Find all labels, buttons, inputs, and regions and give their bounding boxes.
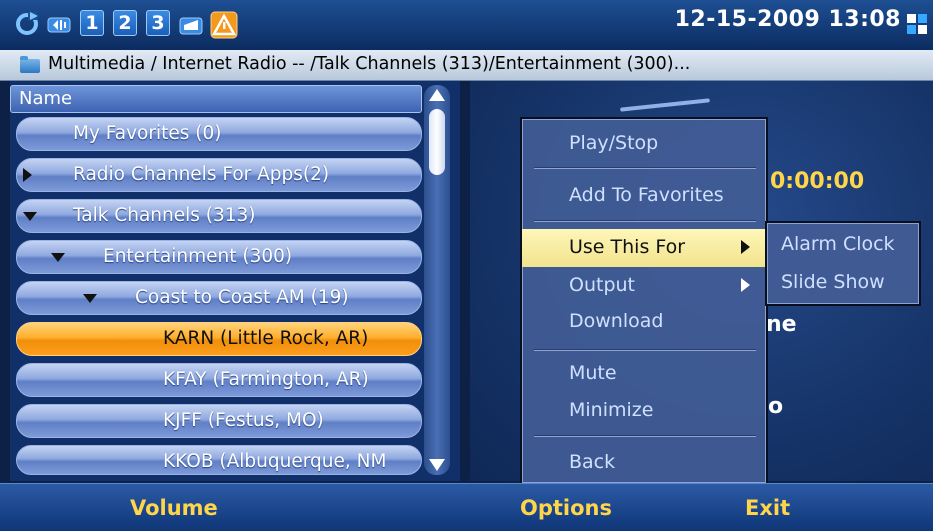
menu-item-mute[interactable]: Mute xyxy=(522,355,766,393)
menu-item-back[interactable]: Back xyxy=(522,444,766,482)
submenu-item-alarm-clock[interactable]: Alarm Clock xyxy=(781,233,895,255)
headset-icon xyxy=(179,17,203,35)
menu-item-label: Add To Favorites xyxy=(569,184,724,206)
channel-list: Name My Favorites (0) Radio Channels For… xyxy=(10,81,460,481)
list-item[interactable]: KJFF (Festus, MO) xyxy=(16,404,422,438)
line-1-indicator: 1 xyxy=(80,10,104,36)
menu-item-label: Minimize xyxy=(569,399,654,421)
refresh-icon xyxy=(16,12,38,35)
scroll-down-icon[interactable] xyxy=(429,459,445,471)
menu-divider xyxy=(534,167,756,169)
list-item-label: Entertainment (300) xyxy=(103,246,293,267)
volume-icon xyxy=(47,17,71,33)
list-item-label: Talk Channels (313) xyxy=(73,205,256,226)
menu-item-label: Use This For xyxy=(569,236,686,258)
scroll-up-icon[interactable] xyxy=(429,89,445,101)
list-item[interactable]: Talk Channels (313) xyxy=(16,199,422,233)
menu-item-label: Play/Stop xyxy=(569,132,659,154)
menu-item-label: Output xyxy=(569,274,635,296)
list-item-label: Radio Channels For Apps(2) xyxy=(73,164,330,185)
list-scrollbar[interactable] xyxy=(424,85,450,475)
list-header-name[interactable]: Name xyxy=(10,85,422,113)
scroll-thumb[interactable] xyxy=(429,109,445,175)
status-datetime: 12-15-2009 13:08 xyxy=(674,7,901,32)
breadcrumb: Multimedia / Internet Radio -- /Talk Cha… xyxy=(0,50,933,81)
menu-item-minimize[interactable]: Minimize xyxy=(522,392,766,430)
list-item-label: KKOB (Albuquerque, NM xyxy=(163,451,387,472)
options-menu: Play/Stop Add To Favorites Use This For … xyxy=(520,117,768,485)
list-item-label: Coast to Coast AM (19) xyxy=(135,287,349,308)
menu-item-add-to-favorites[interactable]: Add To Favorites xyxy=(522,177,766,215)
player-elapsed-time: 0:00:00 xyxy=(770,169,865,194)
menu-item-label: Mute xyxy=(569,362,617,384)
warning-icon xyxy=(210,11,238,39)
grid-icon xyxy=(907,14,927,34)
list-item[interactable]: KKOB (Albuquerque, NM xyxy=(16,445,422,475)
breadcrumb-text: Multimedia / Internet Radio -- /Talk Cha… xyxy=(48,54,691,74)
collapse-arrow-icon[interactable] xyxy=(83,294,97,303)
menu-item-output[interactable]: Output xyxy=(522,267,766,305)
list-item[interactable]: Entertainment (300) xyxy=(16,240,422,274)
menu-divider xyxy=(534,435,756,437)
submenu-item-slide-show[interactable]: Slide Show xyxy=(781,271,885,293)
line-3-indicator: 3 xyxy=(146,10,170,36)
menu-divider xyxy=(534,220,756,222)
menu-item-label: Download xyxy=(569,310,664,332)
menu-item-play-stop[interactable]: Play/Stop xyxy=(522,125,766,163)
list-item-label: KARN (Little Rock, AR) xyxy=(163,328,369,349)
list-item-label: KJFF (Festus, MO) xyxy=(163,410,324,431)
list-item[interactable]: Coast to Coast AM (19) xyxy=(16,281,422,315)
list-item[interactable]: KFAY (Farmington, AR) xyxy=(16,363,422,397)
list-item[interactable]: Radio Channels For Apps(2) xyxy=(16,158,422,192)
menu-divider xyxy=(534,349,756,351)
collapse-arrow-icon[interactable] xyxy=(23,212,37,221)
player-text-fragment: o xyxy=(768,394,784,419)
folder-icon xyxy=(20,56,40,73)
player-decoration xyxy=(620,98,710,112)
status-bar: 1 2 3 12-15-2009 13:08 xyxy=(0,0,933,50)
expand-arrow-icon[interactable] xyxy=(23,168,32,182)
volume-softkey[interactable]: Volume xyxy=(130,496,218,520)
line-2-indicator: 2 xyxy=(113,10,137,36)
submenu-arrow-icon xyxy=(741,240,750,254)
menu-item-use-this-for[interactable]: Use This For xyxy=(522,229,766,267)
menu-item-download[interactable]: Download xyxy=(522,303,766,341)
list-item-selected[interactable]: KARN (Little Rock, AR) xyxy=(16,322,422,356)
list-item[interactable]: My Favorites (0) xyxy=(16,117,422,151)
options-softkey[interactable]: Options xyxy=(520,496,612,520)
menu-item-label: Back xyxy=(569,451,616,473)
softkey-bar: Volume Options Exit xyxy=(0,483,933,531)
collapse-arrow-icon[interactable] xyxy=(51,253,65,262)
submenu-arrow-icon xyxy=(741,278,750,292)
list-item-label: My Favorites (0) xyxy=(73,123,222,144)
exit-softkey[interactable]: Exit xyxy=(745,496,790,520)
list-item-label: KFAY (Farmington, AR) xyxy=(163,369,369,390)
use-this-for-submenu: Alarm Clock Slide Show xyxy=(765,221,921,306)
player-text-fragment: ne xyxy=(766,312,797,337)
